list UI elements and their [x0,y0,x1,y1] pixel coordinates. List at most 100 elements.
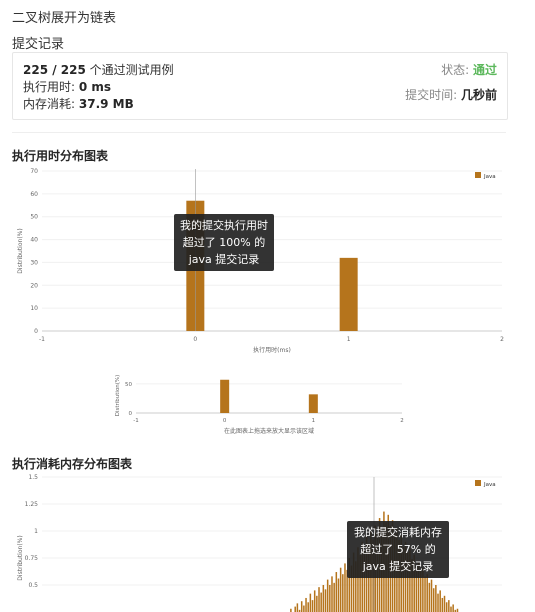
x-tick-label: 0 [223,418,227,424]
memory-tooltip-line3: java 提交记录 [362,560,434,573]
passed-count: 225 / 225 [23,63,86,77]
memory-tooltip-line1: 我的提交消耗内存 [354,526,442,539]
divider [12,132,506,133]
bar [450,606,452,612]
bar [441,597,444,612]
submit-time-row: 提交时间: 几秒前 [405,86,497,103]
bar [430,579,433,612]
runtime-tooltip-line3: java 提交记录 [188,253,260,266]
passed-cases: 225 / 225 个通过测试用例 [23,61,174,78]
legend-swatch [475,480,481,486]
runtime-tooltip-line2: 超过了 100% 的 [182,236,266,249]
bar [337,578,340,612]
memory-label: 内存消耗: [23,97,76,111]
bar [307,602,309,612]
submit-time-value: 几秒前 [460,88,497,102]
bar [324,589,327,612]
x-tick-label: 1 [347,336,351,343]
bar [309,593,312,612]
runtime-chart-heading: 执行用时分布图表 [12,149,109,163]
bar [318,587,320,612]
bar [339,567,342,612]
y-tick-label: 10 [30,305,38,312]
memory-value: 37.9 MB [78,97,134,111]
bar [296,603,299,612]
x-axis-label: 在此图表上拖选来放大显示该区域 [224,427,314,435]
y-tick-label: 30 [30,259,38,266]
bar [435,585,437,612]
bar [452,604,454,612]
bar [333,582,335,612]
runtime-navigator-chart[interactable]: 050-1 0 1 2在此图表上拖选来放大显示该区域Distribution(%) [112,373,412,438]
bar [339,257,358,331]
memory-row: 内存消耗: 37.9 MB [23,95,134,112]
x-tick-label: -1 [39,336,45,343]
bar [445,602,448,612]
legend-label: Java [483,482,496,488]
runtime-row: 执行用时: 0 ms [23,78,111,95]
bar [308,394,318,413]
section-title: 提交记录 [12,37,65,52]
passed-suffix: 个通过测试用例 [89,63,174,77]
x-tick-label: 2 [500,336,504,343]
legend-swatch [475,172,481,178]
x-tick-label: 1 [312,418,316,424]
bar [320,592,322,612]
y-tick-label: 0.75 [25,555,39,562]
x-tick-label: -1 [133,418,138,424]
bar [316,595,318,612]
bar [335,572,338,612]
bar [300,601,303,612]
bar [437,593,439,612]
x-tick-label: 2 [400,418,404,424]
y-tick-label: 50 [30,214,38,221]
x-tick-label: 0 [193,336,197,343]
bar [424,576,426,612]
y-tick-label: 1.25 [25,501,39,508]
bar [448,600,450,612]
bar [220,379,230,413]
legend-label: Java [483,174,496,180]
y-tick-label: 0 [129,411,133,417]
memory-chart-heading: 执行消耗内存分布图表 [12,457,133,471]
y-tick-label: 0 [34,328,38,335]
bar [439,590,441,612]
runtime-value: 0 ms [78,80,112,94]
bar [344,563,346,612]
bar [303,605,305,612]
submission-summary-card: 225 / 225 个通过测试用例 执行用时: 0 ms 内存消耗: 37.9 … [12,52,508,120]
bar [432,588,435,612]
submit-time-label: 提交时间: [405,88,458,102]
status-label: 状态: [441,63,470,77]
runtime-tooltip-line1: 我的提交执行用时 [180,219,268,232]
status-row: 状态: 通过 [441,61,497,78]
x-axis-label: 执行用时(ms) [253,346,291,354]
y-tick-label: 50 [125,382,132,388]
y-axis-label: Distribution(%) [17,228,24,273]
bar [311,600,314,612]
bar [331,576,333,612]
y-axis-label: Distribution(%) [17,535,24,580]
bar [428,582,431,612]
status-badge: 通过 [472,63,497,77]
bar [326,579,329,612]
y-axis-label: Distribution(%) [115,375,121,417]
y-tick-label: 1.5 [28,474,38,481]
y-tick-label: 60 [30,191,38,198]
page-title: 二叉树展开为链表 [12,11,117,26]
bar [294,606,296,612]
y-tick-label: 70 [30,168,38,175]
bar [342,574,344,612]
runtime-tooltip: 我的提交执行用时 超过了 100% 的 java 提交记录 [174,214,274,271]
bar [305,597,307,612]
runtime-label: 执行用时: [23,80,76,94]
y-tick-label: 20 [30,282,38,289]
bar [426,574,428,612]
bar [443,595,446,612]
y-tick-label: 1 [34,528,38,535]
y-tick-label: 40 [30,237,38,244]
bar [322,585,325,612]
memory-tooltip: 我的提交消耗内存 超过了 57% 的 java 提交记录 [347,521,449,578]
bar [313,590,316,612]
bar [329,585,331,612]
